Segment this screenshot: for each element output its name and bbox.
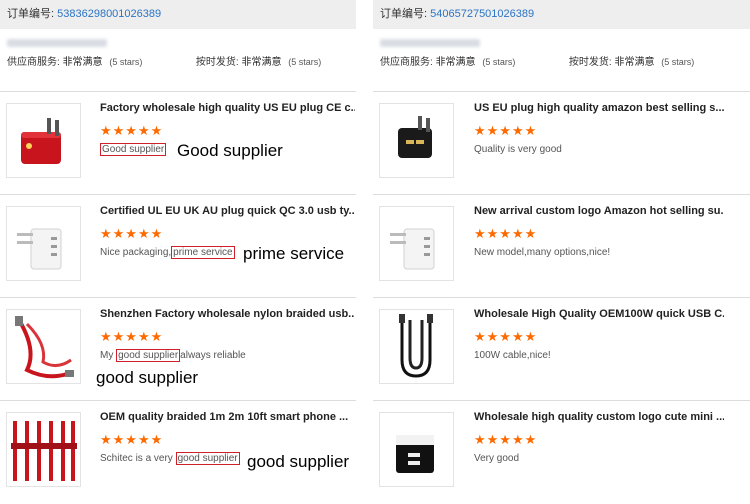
highlighted-phrase: good supplier <box>175 452 240 465</box>
review-comment: Very good <box>474 453 520 464</box>
seller-ratings: 供应商服务: 非常满意 (5 stars) 按时发货: 非常满意 (5 star… <box>380 53 750 68</box>
product-image[interactable] <box>6 206 81 281</box>
rating-stars: ★★★★★ <box>474 329 538 344</box>
blurred-buyer-name <box>380 39 480 47</box>
supplier-service-stars: (5 stars) <box>109 57 143 67</box>
order-number-link[interactable]: 53836298001026389 <box>57 8 161 20</box>
review-comment: My good supplier always reliable <box>100 349 246 362</box>
comment-text-post: always reliable <box>180 350 246 361</box>
order-label: 订单编号: <box>7 8 55 20</box>
review-comment: Quality is very good <box>474 144 562 155</box>
annotation-label: good supplier <box>96 368 199 387</box>
supplier-service-label: 供应商服务: <box>380 57 433 68</box>
order-number-link[interactable]: 54065727501026389 <box>430 8 534 20</box>
supplier-service-stars: (5 stars) <box>482 57 516 67</box>
shipping-label: 按时发货: <box>568 57 612 68</box>
product-image[interactable] <box>379 412 454 487</box>
review-row: Wholesale High Quality OEM100W quick USB… <box>373 297 750 401</box>
order-panel-left: 订单编号: 53836298001026389 供应商服务: 非常满意 (5 s… <box>0 0 356 487</box>
review-row: Wholesale high quality custom logo cute … <box>373 400 750 504</box>
highlighted-phrase: good supplier <box>116 349 181 362</box>
product-title-link[interactable]: US EU plug high quality amazon best sell… <box>474 102 724 114</box>
product-image[interactable] <box>6 309 81 384</box>
product-title-link[interactable]: Certified UL EU UK AU plug quick QC 3.0 … <box>100 205 355 217</box>
product-image[interactable] <box>379 206 454 281</box>
supplier-service-value: 非常满意 <box>435 57 476 68</box>
rating-stars: ★★★★★ <box>100 432 164 447</box>
comment-text-pre: Schitec is a very <box>100 453 176 464</box>
product-title-link[interactable]: Factory wholesale high quality US EU plu… <box>100 102 355 114</box>
rating-stars: ★★★★★ <box>100 329 164 344</box>
rating-stars: ★★★★★ <box>474 226 538 241</box>
supplier-service-label: 供应商服务: <box>7 57 60 68</box>
shipping-value: 非常满意 <box>614 57 655 68</box>
highlighted-phrase: Good supplier <box>100 143 167 156</box>
rating-stars: ★★★★★ <box>100 123 164 138</box>
shipping-label: 按时发货: <box>195 57 239 68</box>
order-panel-right: 订单编号: 54065727501026389 供应商服务: 非常满意 (5 s… <box>373 0 750 487</box>
review-row: Certified UL EU UK AU plug quick QC 3.0 … <box>0 194 356 298</box>
product-title-link[interactable]: Wholesale high quality custom logo cute … <box>474 411 724 423</box>
shipping-value: 非常满意 <box>241 57 282 68</box>
product-title-link[interactable]: New arrival custom logo Amazon hot selli… <box>474 205 724 217</box>
annotation-label: prime service <box>243 244 345 263</box>
annotation-label: good supplier <box>247 452 350 471</box>
review-comment: Nice packaging, prime service <box>100 246 235 259</box>
review-row: US EU plug high quality amazon best sell… <box>373 91 750 195</box>
order-label: 订单编号: <box>380 8 428 20</box>
supplier-service-value: 非常满意 <box>62 57 103 68</box>
product-title-link[interactable]: Shenzhen Factory wholesale nylon braided… <box>100 308 355 320</box>
product-title-link[interactable]: OEM quality braided 1m 2m 10ft smart pho… <box>100 411 355 423</box>
review-row: New arrival custom logo Amazon hot selli… <box>373 194 750 298</box>
review-comment: 100W cable,nice! <box>474 350 551 361</box>
annotation-label: Good supplier <box>177 141 283 160</box>
rating-stars: ★★★★★ <box>100 226 164 241</box>
order-header: 订单编号: 53836298001026389 <box>0 0 356 29</box>
review-row: Shenzhen Factory wholesale nylon braided… <box>0 297 356 401</box>
product-title-link[interactable]: Wholesale High Quality OEM100W quick USB… <box>474 308 724 320</box>
product-image[interactable] <box>379 103 454 178</box>
product-image[interactable] <box>6 103 81 178</box>
blurred-buyer-name <box>7 39 107 47</box>
review-comment: Schitec is a very good supplier <box>100 452 240 465</box>
order-header: 订单编号: 54065727501026389 <box>373 0 750 29</box>
rating-stars: ★★★★★ <box>474 432 538 447</box>
product-image[interactable] <box>6 412 81 487</box>
comment-text-pre: My <box>100 350 117 361</box>
product-image[interactable] <box>379 309 454 384</box>
highlighted-phrase: prime service <box>171 246 235 259</box>
comment-text-pre: Nice packaging, <box>100 247 172 258</box>
review-comment: Good supplier <box>100 143 167 156</box>
rating-stars: ★★★★★ <box>474 123 538 138</box>
shipping-stars: (5 stars) <box>288 57 322 67</box>
review-comment: New model,many options,nice! <box>474 247 611 258</box>
shipping-stars: (5 stars) <box>661 57 695 67</box>
seller-ratings: 供应商服务: 非常满意 (5 stars) 按时发货: 非常满意 (5 star… <box>7 53 356 68</box>
review-row: Factory wholesale high quality US EU plu… <box>0 91 356 195</box>
review-row: OEM quality braided 1m 2m 10ft smart pho… <box>0 400 356 504</box>
